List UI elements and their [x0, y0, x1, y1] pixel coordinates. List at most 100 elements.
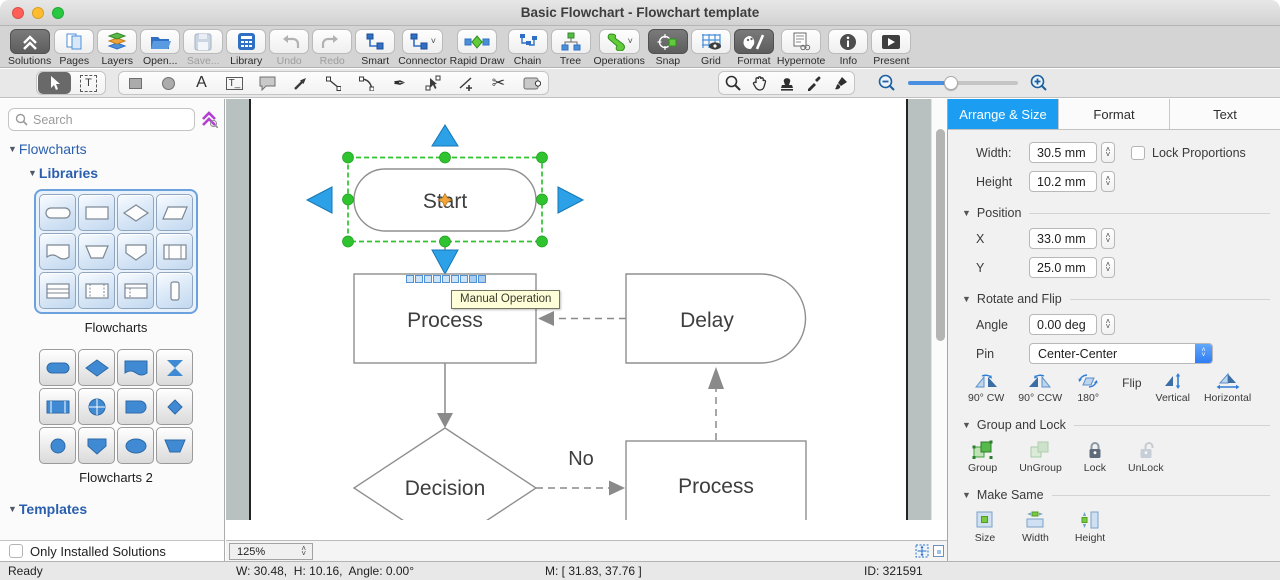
redo-button[interactable]: Redo — [312, 29, 353, 67]
text-select-tool[interactable]: T — [72, 72, 105, 94]
callout-tool[interactable] — [251, 72, 284, 94]
line-tool[interactable] — [317, 72, 350, 94]
zoom-in-icon[interactable] — [1030, 74, 1048, 92]
library-button[interactable]: Library — [226, 29, 267, 67]
search-input[interactable] — [8, 108, 195, 131]
shape2-oval[interactable] — [117, 427, 154, 464]
tab-text[interactable]: Text — [1170, 99, 1280, 129]
shape2-small-diamond[interactable] — [156, 388, 193, 425]
x-stepper[interactable]: ˄ ˅ — [1101, 228, 1115, 249]
rotate-90cw-button[interactable]: 90° CW — [968, 372, 1004, 404]
textbox-tool[interactable]: T_ — [218, 72, 251, 94]
mini-shape-button[interactable] — [460, 275, 468, 283]
disclosure-triangle-icon[interactable]: ▼ — [28, 168, 37, 178]
shape2-or[interactable] — [78, 388, 115, 425]
make-same-size-button[interactable]: Size — [974, 510, 996, 544]
angle-stepper[interactable]: ˄ ˅ — [1101, 314, 1115, 335]
zoom-out-icon[interactable] — [878, 74, 896, 92]
shape-offpage[interactable] — [117, 233, 154, 270]
ungroup-button[interactable]: UnGroup — [1019, 440, 1062, 474]
node-edit-tool[interactable] — [416, 72, 449, 94]
shape-manual-operation[interactable] — [78, 233, 115, 270]
mini-shape-button[interactable] — [424, 275, 432, 283]
chain-button[interactable]: Chain — [507, 29, 548, 67]
shape2-predefined[interactable] — [39, 388, 76, 425]
shape2-trapezoid[interactable] — [156, 427, 193, 464]
y-input[interactable]: 25.0 mm — [1029, 257, 1097, 278]
info-button[interactable]: Info — [828, 29, 869, 67]
shape-document[interactable] — [39, 233, 76, 270]
mini-shape-button[interactable] — [442, 275, 450, 283]
shape-topbar[interactable] — [117, 272, 154, 309]
shape-process[interactable] — [78, 194, 115, 231]
zoom-level-control[interactable]: 125% ˄ ˅ — [229, 543, 313, 560]
undo-button[interactable]: Undo — [269, 29, 310, 67]
make-same-width-button[interactable]: Width — [1022, 510, 1049, 544]
sidebar-item-libraries[interactable]: ▼ Libraries — [28, 165, 224, 181]
lock-button[interactable]: Lock — [1084, 440, 1106, 474]
disclosure-triangle-icon[interactable]: ▼ — [962, 208, 971, 218]
y-stepper[interactable]: ˄ ˅ — [1101, 257, 1115, 278]
mini-shape-button[interactable] — [478, 275, 486, 283]
maximize-window-button[interactable] — [52, 7, 64, 19]
smart-connector-button[interactable]: Smart — [355, 29, 396, 67]
shape-predefined-process[interactable] — [156, 233, 193, 270]
add-point-tool[interactable] — [449, 72, 482, 94]
shape-point-tool[interactable] — [515, 72, 548, 94]
library-flowcharts-palette[interactable] — [34, 189, 198, 314]
shape-vertical-bar[interactable] — [156, 272, 193, 309]
mini-shape-button[interactable] — [451, 275, 459, 283]
text-tool[interactable]: A — [185, 72, 218, 94]
position-section-header[interactable]: ▼ Position — [948, 206, 1280, 220]
zoom-slider[interactable] — [908, 76, 1018, 90]
shape2-circle[interactable] — [39, 427, 76, 464]
lock-proportions-checkbox[interactable] — [1131, 145, 1145, 160]
width-stepper[interactable]: ˄ ˅ — [1101, 142, 1115, 163]
open-button[interactable]: Open... — [140, 29, 181, 67]
disclosure-triangle-icon[interactable]: ▼ — [962, 490, 971, 500]
solutions-button[interactable]: Solutions — [8, 29, 51, 67]
rectangle-tool[interactable] — [119, 72, 152, 94]
connector-button[interactable]: ˅ Connector — [398, 29, 447, 67]
arrow-tool[interactable] — [284, 72, 317, 94]
pen-tool[interactable]: ✒ — [383, 72, 416, 94]
sidebar-item-flowcharts[interactable]: ▼ Flowcharts — [8, 141, 224, 157]
grid-button[interactable]: Grid — [690, 29, 731, 67]
make-same-section-header[interactable]: ▼ Make Same — [948, 488, 1280, 502]
only-installed-checkbox[interactable] — [9, 544, 23, 558]
ellipse-tool[interactable] — [152, 72, 185, 94]
minimize-window-button[interactable] — [32, 7, 44, 19]
tab-format[interactable]: Format — [1059, 99, 1170, 129]
mini-shape-button[interactable] — [415, 275, 423, 283]
shape-data[interactable] — [156, 194, 193, 231]
tree-button[interactable]: Tree — [550, 29, 591, 67]
zoom-tool[interactable] — [719, 72, 746, 94]
stamp-tool[interactable] — [773, 72, 800, 94]
solution-search-icon[interactable] — [200, 111, 218, 128]
height-stepper[interactable]: ˄ ˅ — [1101, 171, 1115, 192]
format-button[interactable]: Format — [733, 29, 774, 67]
hypernote-button[interactable]: Hypernote — [777, 29, 825, 67]
rotate-180-button[interactable]: 180° — [1076, 372, 1100, 404]
disclosure-triangle-icon[interactable]: ▼ — [962, 420, 971, 430]
library-flowcharts2-palette[interactable] — [39, 349, 193, 464]
pan-tool[interactable] — [746, 72, 773, 94]
rotate-section-header[interactable]: ▼ Rotate and Flip — [948, 292, 1280, 306]
flip-vertical-button[interactable]: Vertical — [1156, 372, 1190, 404]
make-same-height-button[interactable]: Height — [1075, 510, 1105, 544]
pan-origin-icon[interactable] — [915, 544, 929, 558]
layers-button[interactable]: Layers — [97, 29, 138, 67]
angle-input[interactable]: 0.00 deg — [1029, 314, 1097, 335]
mini-shape-button[interactable] — [406, 275, 414, 283]
shape-terminator[interactable] — [39, 194, 76, 231]
x-input[interactable]: 33.0 mm — [1029, 228, 1097, 249]
shape2-document[interactable] — [117, 349, 154, 386]
shape2-delay[interactable] — [117, 388, 154, 425]
pin-dropdown[interactable]: Center-Center ˄ ˅ — [1029, 343, 1213, 364]
rapid-draw-arrow-left[interactable] — [305, 186, 333, 214]
zoom-slider-thumb[interactable] — [944, 76, 958, 90]
decision-shape[interactable] — [352, 427, 538, 520]
present-button[interactable]: Present — [871, 29, 912, 67]
snap-button[interactable]: Snap — [647, 29, 688, 67]
disclosure-triangle-icon[interactable]: ▼ — [8, 144, 17, 154]
